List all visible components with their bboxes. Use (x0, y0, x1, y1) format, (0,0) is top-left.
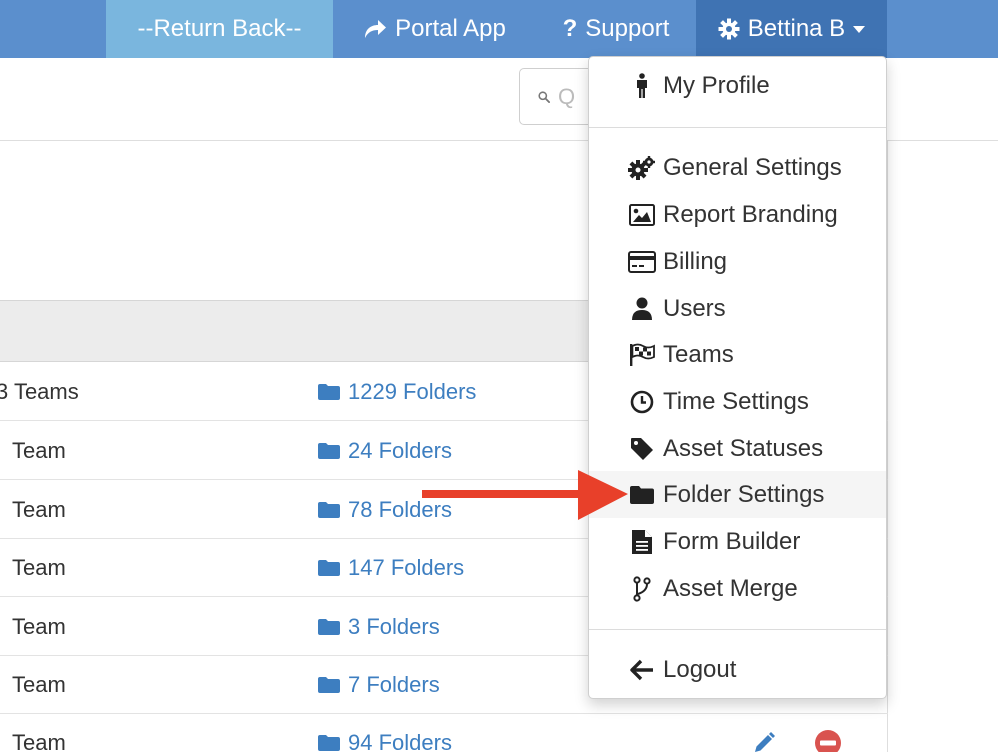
menu-item-users[interactable]: Users (589, 285, 886, 332)
menu-item-logout[interactable]: Logout (589, 646, 886, 693)
menu-item-label: My Profile (663, 71, 770, 99)
delete-circle-icon[interactable] (814, 729, 842, 752)
top-nav-bar: --Return Back-- Portal App ? Support Bet… (0, 0, 998, 58)
folder-icon (318, 501, 340, 518)
menu-item-report-branding[interactable]: Report Branding (589, 191, 886, 238)
gear-icon (718, 18, 740, 40)
gears-icon (627, 155, 657, 180)
teams-count: 3 Teams (0, 378, 79, 404)
folders-count: 1229 Folders (348, 378, 477, 404)
folder-icon (318, 618, 340, 635)
folders-count: 94 Folders (348, 729, 452, 752)
return-back-button[interactable]: --Return Back-- (106, 0, 333, 58)
portal-app-label: Portal App (395, 15, 506, 42)
folders-link[interactable]: 1229 Folders (317, 362, 476, 421)
folder-icon (318, 734, 340, 751)
search-icon (538, 90, 550, 103)
portal-app-link[interactable]: Portal App (333, 0, 536, 58)
menu-item-label: Report Branding (663, 200, 838, 228)
folder-icon (318, 559, 340, 576)
menu-item-general-settings[interactable]: General Settings (589, 144, 886, 191)
credit-card-icon (627, 250, 657, 273)
folder-icon (318, 676, 340, 693)
teams-count: Team (12, 554, 66, 580)
flag-checkered-icon (627, 343, 657, 367)
folders-link[interactable]: 7 Folders (317, 655, 440, 714)
row-actions (752, 713, 842, 752)
clock-icon (627, 390, 657, 414)
menu-item-label: Folder Settings (663, 480, 825, 508)
folders-count: 24 Folders (348, 437, 452, 463)
teams-count: Team (12, 729, 66, 752)
menu-divider (589, 127, 886, 128)
annotation-arrow-icon (422, 470, 628, 520)
question-icon: ? (562, 15, 578, 42)
folder-icon (627, 485, 657, 505)
menu-item-label: Billing (663, 247, 728, 275)
menu-item-label: Asset Merge (663, 574, 798, 602)
teams-count: Team (12, 496, 66, 522)
menu-item-asset-statuses[interactable]: Asset Statuses (589, 425, 886, 472)
chevron-down-icon (853, 25, 866, 33)
menu-item-folder-settings[interactable]: Folder Settings (589, 471, 886, 518)
support-link[interactable]: ? Support (536, 0, 696, 58)
menu-item-my-profile[interactable]: My Profile (589, 62, 886, 109)
folder-icon (318, 442, 340, 459)
menu-item-label: Form Builder (663, 527, 801, 555)
folders-link[interactable]: 3 Folders (317, 597, 440, 656)
table-row: Team 94 Folders (0, 713, 888, 752)
folders-count: 147 Folders (348, 554, 465, 580)
menu-item-time-settings[interactable]: Time Settings (589, 378, 886, 425)
menu-item-label: Asset Statuses (663, 434, 824, 462)
file-text-icon (627, 529, 657, 555)
folders-link[interactable]: 94 Folders (317, 713, 452, 752)
return-back-label: --Return Back-- (137, 15, 302, 42)
folders-count: 3 Folders (348, 613, 440, 639)
teams-count: Team (12, 613, 66, 639)
code-branch-icon (627, 575, 657, 602)
menu-item-asset-merge[interactable]: Asset Merge (589, 565, 886, 612)
user-icon (627, 297, 657, 321)
menu-item-billing[interactable]: Billing (589, 238, 886, 285)
male-icon (627, 72, 657, 99)
menu-divider (589, 629, 886, 630)
tag-icon (627, 437, 657, 461)
menu-item-label: Users (663, 294, 726, 322)
folders-link[interactable]: 147 Folders (317, 538, 464, 597)
menu-item-form-builder[interactable]: Form Builder (589, 518, 886, 565)
menu-item-label: Time Settings (663, 387, 809, 415)
support-label: Support (585, 15, 670, 42)
user-name-label: Bettina B (747, 15, 846, 42)
share-arrow-icon (365, 20, 387, 38)
teams-count: Team (12, 437, 66, 463)
user-menu-toggle[interactable]: Bettina B (696, 0, 887, 58)
user-dropdown-menu: My Profile General Settings Report Brand… (588, 56, 887, 699)
pencil-icon[interactable] (752, 731, 776, 752)
teams-count: Team (12, 671, 66, 697)
folder-icon (318, 383, 340, 400)
arrow-left-icon (627, 659, 657, 681)
menu-item-label: Logout (663, 655, 737, 683)
picture-icon (627, 203, 657, 226)
menu-item-teams[interactable]: Teams (589, 331, 886, 378)
menu-item-label: General Settings (663, 153, 842, 181)
folders-count: 7 Folders (348, 671, 440, 697)
menu-item-label: Teams (663, 340, 734, 368)
